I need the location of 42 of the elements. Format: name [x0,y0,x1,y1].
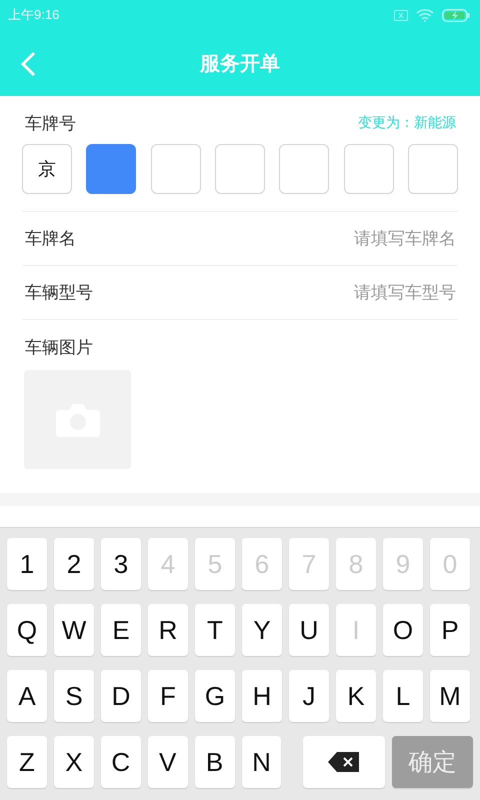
field-label: 车牌名 [25,228,76,250]
keyboard-key[interactable]: R [148,604,188,656]
keyboard-key[interactable]: M [430,670,470,722]
wifi-icon [416,8,434,22]
keyboard-key[interactable]: F [148,670,188,722]
field-label: 车辆型号 [25,282,93,304]
plate-char-field[interactable]: 京 [22,144,72,194]
keyboard-key[interactable]: N [242,736,282,788]
keyboard-key[interactable]: 2 [54,538,94,590]
keyboard-key[interactable]: Y [242,604,282,656]
backspace-key[interactable] [303,736,386,788]
battery-icon [442,8,470,22]
keyboard-key[interactable]: J [289,670,329,722]
back-button[interactable] [18,50,38,78]
keyboard-key[interactable]: X [54,736,94,788]
keyboard-key[interactable]: D [101,670,141,722]
backspace-icon [327,751,362,773]
keyboard-key[interactable]: C [100,736,141,788]
keyboard-key[interactable]: W [54,604,94,656]
no-sim-icon [394,10,408,20]
keyboard-key[interactable]: B [194,736,235,788]
keyboard-key[interactable]: 1 [7,538,47,590]
plate-char-field[interactable] [86,144,136,194]
keyboard-key[interactable]: 3 [101,538,141,590]
keyboard-key[interactable]: A [7,670,47,722]
keyboard-key[interactable]: S [54,670,94,722]
keyboard-key[interactable]: Q [7,604,47,656]
keyboard-key[interactable]: Z [7,736,47,788]
keyboard-key[interactable]: P [430,604,470,656]
keyboard-key[interactable]: K [336,670,376,722]
keyboard-key[interactable]: G [195,670,235,722]
keyboard-key[interactable]: O [383,604,423,656]
status-time: 上午9:16 [8,6,60,24]
keyboard-key[interactable]: V [148,736,188,788]
keyboard-key[interactable]: T [195,604,235,656]
page-title: 服务开单 [200,50,280,76]
field-label: 车牌号 [25,112,76,134]
keyboard-key[interactable]: U [289,604,329,656]
keyboard-key[interactable]: L [383,670,423,722]
keyboard-key[interactable]: H [242,670,282,722]
keyboard-key[interactable]: E [101,604,141,656]
field-label: 车辆图片 [25,337,93,359]
